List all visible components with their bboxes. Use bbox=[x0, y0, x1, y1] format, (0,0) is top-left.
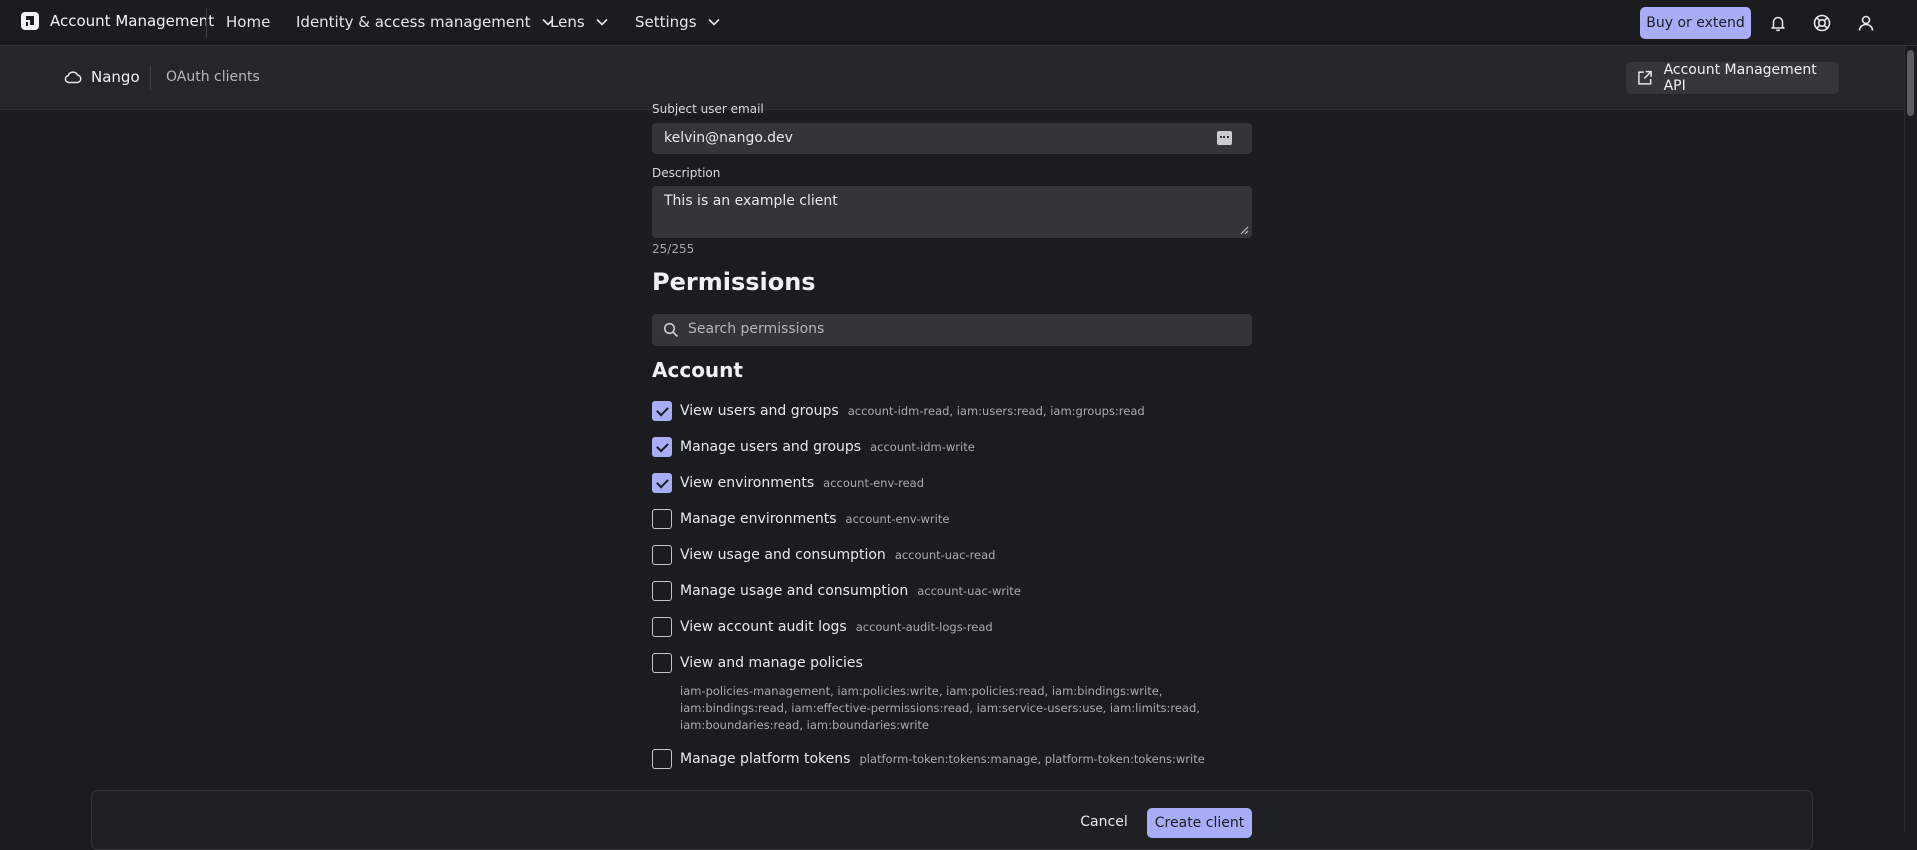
permission-checkbox[interactable] bbox=[652, 401, 672, 421]
permission-checkbox[interactable] bbox=[652, 473, 672, 493]
permission-scope: account-env-write bbox=[845, 512, 950, 526]
account-heading: Account bbox=[652, 358, 743, 382]
external-link-icon bbox=[1638, 70, 1652, 85]
nav-lens[interactable]: Lens bbox=[550, 13, 609, 31]
permission-scope: account-idm-read, iam:users:read, iam:gr… bbox=[847, 404, 1145, 418]
character-counter: 25/255 bbox=[652, 242, 695, 256]
breadcrumb-current-page: OAuth clients bbox=[166, 69, 260, 85]
permission-row[interactable]: Manage environments account-env-write bbox=[652, 508, 949, 530]
permission-label: Manage environments bbox=[680, 511, 837, 527]
permissions-heading: Permissions bbox=[652, 268, 816, 296]
description-value: This is an example client bbox=[664, 193, 838, 209]
permission-label: View usage and consumption bbox=[680, 547, 886, 563]
page-scrollbar-thumb[interactable] bbox=[1907, 50, 1914, 116]
permission-scope: platform-token:tokens:manage, platform-t… bbox=[859, 752, 1205, 766]
breadcrumb-divider bbox=[150, 66, 151, 90]
permission-label: Manage platform tokens bbox=[680, 751, 851, 767]
cancel-button[interactable]: Cancel bbox=[1073, 812, 1135, 832]
permission-scope: account-env-read bbox=[823, 476, 925, 490]
search-icon bbox=[663, 322, 679, 338]
permission-checkbox[interactable] bbox=[652, 749, 672, 769]
permission-label: View environments bbox=[680, 475, 815, 491]
user-icon[interactable] bbox=[1856, 13, 1876, 33]
permission-row[interactable]: View usage and consumption account-uac-r… bbox=[652, 544, 995, 566]
permission-row[interactable]: Manage users and groups account-idm-writ… bbox=[652, 436, 975, 458]
permission-scope: account-uac-write bbox=[917, 584, 1021, 598]
permission-checkbox[interactable] bbox=[652, 581, 672, 601]
permission-checkbox[interactable] bbox=[652, 545, 672, 565]
permission-checkbox[interactable] bbox=[652, 509, 672, 529]
permission-row[interactable]: Manage platform tokens platform-token:to… bbox=[652, 748, 1205, 770]
breadcrumb-org[interactable]: Nango bbox=[64, 68, 140, 86]
subject-email-value: kelvin@nango.dev bbox=[664, 130, 793, 146]
nav-divider bbox=[206, 8, 207, 38]
search-placeholder: Search permissions bbox=[688, 321, 825, 337]
brand[interactable]: Account Management bbox=[20, 11, 214, 31]
description-label: Description bbox=[652, 166, 721, 180]
api-button-label: Account Management API bbox=[1663, 62, 1817, 94]
permission-row[interactable]: Manage usage and consumption account-uac… bbox=[652, 580, 1021, 602]
nav-home-label: Home bbox=[226, 13, 271, 31]
permission-label: View users and groups bbox=[680, 403, 839, 419]
permission-label: Manage users and groups bbox=[680, 439, 862, 455]
page-scrollbar-track[interactable] bbox=[1904, 46, 1917, 833]
autofill-key-icon[interactable] bbox=[1217, 131, 1232, 145]
permission-row[interactable]: View and manage policies bbox=[652, 652, 863, 674]
chevron-down-icon bbox=[595, 15, 609, 29]
permission-checkbox[interactable] bbox=[652, 617, 672, 637]
permission-label: View account audit logs bbox=[680, 619, 847, 635]
nav-identity-label: Identity & access management bbox=[296, 13, 531, 31]
buy-or-extend-button[interactable]: Buy or extend bbox=[1640, 7, 1751, 39]
permission-scope: iam-policies-management, iam:policies:wr… bbox=[680, 684, 1200, 732]
permission-checkbox[interactable] bbox=[652, 437, 672, 457]
permission-checkbox[interactable] bbox=[652, 653, 672, 673]
nav-home[interactable]: Home bbox=[226, 13, 270, 31]
permission-scope: account-uac-read bbox=[894, 548, 996, 562]
help-icon[interactable] bbox=[1812, 13, 1832, 33]
top-navigation-bar: Account Management Home Identity & acces… bbox=[0, 0, 1917, 46]
nav-lens-label: Lens bbox=[550, 13, 585, 31]
permission-scope: account-audit-logs-read bbox=[855, 620, 993, 634]
cloud-icon bbox=[64, 71, 82, 84]
permission-scope: account-idm-write bbox=[870, 440, 975, 454]
description-textarea[interactable]: This is an example client bbox=[652, 186, 1252, 238]
permission-label: Manage usage and consumption bbox=[680, 583, 909, 599]
permission-row[interactable]: View environments account-env-read bbox=[652, 472, 924, 494]
app-title: Account Management bbox=[50, 12, 215, 30]
breadcrumb-org-label: Nango bbox=[91, 68, 140, 86]
breadcrumb-bar: Nango OAuth clients Account Management A… bbox=[0, 46, 1904, 110]
create-client-button[interactable]: Create client bbox=[1147, 808, 1252, 838]
nav-identity-access-management[interactable]: Identity & access management bbox=[296, 13, 555, 31]
account-management-api-button[interactable]: Account Management API bbox=[1626, 62, 1839, 94]
permission-row[interactable]: View account audit logs account-audit-lo… bbox=[652, 616, 993, 638]
bell-icon[interactable] bbox=[1768, 13, 1788, 33]
nav-settings-label: Settings bbox=[635, 13, 697, 31]
subject-email-label: Subject user email bbox=[652, 102, 764, 116]
chevron-down-icon bbox=[707, 15, 721, 29]
dynatrace-logo-icon bbox=[21, 12, 39, 30]
permission-label: View and manage policies bbox=[680, 655, 863, 671]
resize-handle-icon[interactable] bbox=[1239, 225, 1249, 235]
nav-settings[interactable]: Settings bbox=[635, 13, 721, 31]
permissions-search-input[interactable]: Search permissions bbox=[652, 314, 1252, 346]
permission-row[interactable]: View users and groups account-idm-read, … bbox=[652, 400, 1145, 422]
subject-email-field[interactable]: kelvin@nango.dev bbox=[652, 123, 1252, 154]
form-footer bbox=[91, 790, 1813, 850]
